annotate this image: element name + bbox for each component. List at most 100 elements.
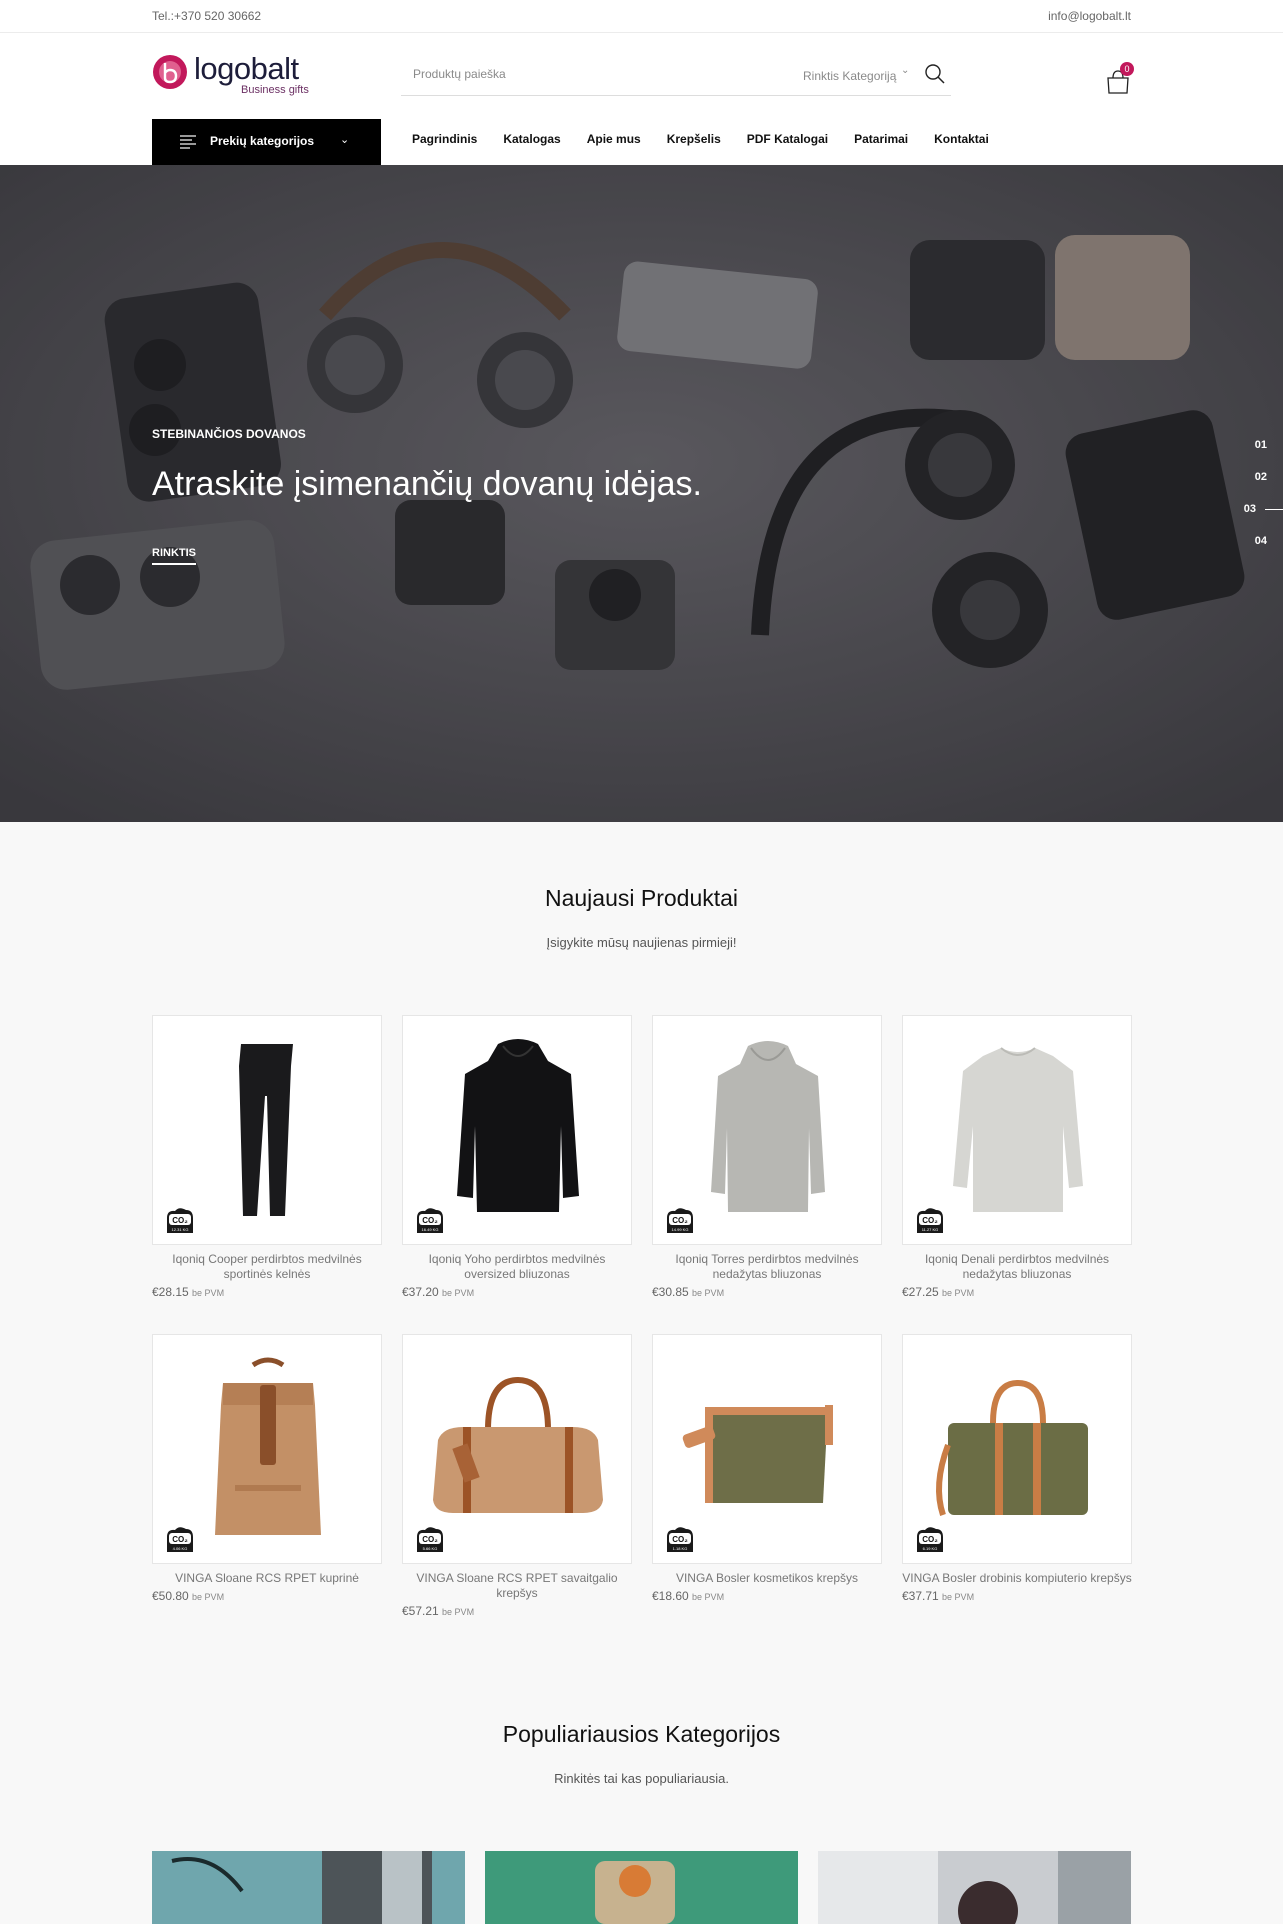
product-title[interactable]: VINGA Bosler kosmetikos krepšys xyxy=(652,1571,882,1586)
hero-eyebrow: STEBINANČIOS DOVANOS xyxy=(152,427,306,441)
hero-heading: Atraskite įsimenančių dovanų idėjas. xyxy=(152,465,702,503)
new-products-subtitle: Įsigykite mūsų naujienas pirmieji! xyxy=(546,935,737,950)
product-card[interactable]: CO₂ 16.49 KG Iqoniq Yoho perdirbtos medv… xyxy=(402,1015,632,1299)
search-icon[interactable] xyxy=(924,63,946,85)
brand-tagline: Business gifts xyxy=(241,84,309,96)
email-link[interactable]: info@logobalt.lt xyxy=(1048,9,1131,23)
price-value: €37.71 xyxy=(902,1589,939,1603)
product-card[interactable]: CO₂ 4.06 KG VINGA Sloane RCS RPET kuprin… xyxy=(152,1334,382,1618)
slide-dot-4[interactable]: 04 xyxy=(1238,531,1283,563)
search-input[interactable] xyxy=(413,67,743,81)
product-title[interactable]: Iqoniq Yoho perdirbtos medvilnės oversiz… xyxy=(402,1252,632,1282)
product-card[interactable]: CO₂ 12.31 KG Iqoniq Cooper perdirbtos me… xyxy=(152,1015,382,1299)
svg-text:1.18 KG: 1.18 KG xyxy=(673,1546,688,1551)
svg-text:CO₂: CO₂ xyxy=(172,1535,188,1544)
category-tile[interactable] xyxy=(152,1851,465,1924)
cart-count-badge: 0 xyxy=(1120,62,1134,76)
phone-number[interactable]: Tel.:+370 520 30662 xyxy=(152,9,261,23)
chevron-down-icon[interactable]: ⌄ xyxy=(901,65,909,76)
price-value: €37.20 xyxy=(402,1285,439,1299)
category-tile[interactable] xyxy=(485,1851,798,1924)
svg-text:11.27 KG: 11.27 KG xyxy=(922,1227,939,1232)
product-grid-row-1: CO₂ 12.31 KG Iqoniq Cooper perdirbtos me… xyxy=(152,1015,1132,1299)
vat-note: be PVM xyxy=(442,1288,475,1298)
nav-item-katalogas[interactable]: Katalogas xyxy=(503,132,560,152)
co2-badge-icon: CO₂ 16.49 KG xyxy=(417,1208,443,1233)
nav-item-patarimai[interactable]: Patarimai xyxy=(854,132,908,152)
top-bar: Tel.:+370 520 30662 info@logobalt.lt xyxy=(0,0,1283,33)
category-select[interactable]: Rinktis Kategoriją xyxy=(803,69,896,83)
vat-note: be PVM xyxy=(692,1592,725,1602)
brand-name: logobalt xyxy=(194,51,299,86)
product-title[interactable]: Iqoniq Torres perdirbtos medvilnės nedaž… xyxy=(652,1252,882,1282)
product-card[interactable]: CO₂ 11.27 KG Iqoniq Denali perdirbtos me… xyxy=(902,1015,1132,1299)
product-image[interactable]: CO₂ 1.18 KG xyxy=(652,1334,882,1564)
product-title[interactable]: VINGA Sloane RCS RPET kuprinė xyxy=(152,1571,382,1586)
svg-text:5.66 KG: 5.66 KG xyxy=(423,1546,438,1551)
product-price: €37.20 be PVM xyxy=(402,1285,632,1299)
nav-item-pagrindinis[interactable]: Pagrindinis xyxy=(412,132,477,152)
price-value: €18.60 xyxy=(652,1589,689,1603)
nav-item-krepselis[interactable]: Krepšelis xyxy=(667,132,721,152)
svg-text:4.06 KG: 4.06 KG xyxy=(173,1546,188,1551)
search-bar: Rinktis Kategoriją ⌄ xyxy=(401,58,951,96)
product-categories-label: Prekių kategorijos xyxy=(210,134,315,148)
svg-text:CO₂: CO₂ xyxy=(422,1535,438,1544)
co2-badge-icon: CO₂ 1.18 KG xyxy=(667,1527,693,1552)
vat-note: be PVM xyxy=(942,1288,975,1298)
vat-note: be PVM xyxy=(692,1288,725,1298)
nav-item-kontaktai[interactable]: Kontaktai xyxy=(934,132,989,152)
svg-text:CO₂: CO₂ xyxy=(922,1216,938,1225)
vat-note: be PVM xyxy=(442,1607,475,1617)
hero-cta-link[interactable]: RINKTIS xyxy=(152,547,196,565)
chevron-down-icon: ⌄ xyxy=(340,134,350,146)
product-card[interactable]: CO₂ 5.66 KG VINGA Sloane RCS RPET savait… xyxy=(402,1334,632,1618)
product-title[interactable]: VINGA Bosler drobinis kompiuterio krepšy… xyxy=(902,1571,1132,1586)
main-nav: Pagrindinis Katalogas Apie mus Krepšelis… xyxy=(412,132,989,152)
product-image[interactable]: CO₂ 5.66 KG xyxy=(402,1334,632,1564)
logo-icon xyxy=(153,55,187,89)
site-header: logobalt Business gifts Rinktis Kategori… xyxy=(0,33,1283,166)
hero-slider: STEBINANČIOS DOVANOS Atraskite įsimenanč… xyxy=(0,165,1283,822)
product-image[interactable]: CO₂ 14.99 KG xyxy=(652,1015,882,1245)
product-image[interactable]: CO₂ 4.06 KG xyxy=(152,1334,382,1564)
logo[interactable]: logobalt Business gifts xyxy=(152,51,312,97)
product-grid-row-2: CO₂ 4.06 KG VINGA Sloane RCS RPET kuprin… xyxy=(152,1334,1132,1618)
product-image[interactable]: CO₂ 16.49 KG xyxy=(402,1015,632,1245)
product-image[interactable]: CO₂ 12.31 KG xyxy=(152,1015,382,1245)
product-card[interactable]: CO₂ 14.99 KG Iqoniq Torres perdirbtos me… xyxy=(652,1015,882,1299)
cart-button[interactable]: 0 xyxy=(1106,62,1136,94)
svg-text:14.99 KG: 14.99 KG xyxy=(672,1227,689,1232)
svg-text:CO₂: CO₂ xyxy=(672,1535,688,1544)
product-price: €18.60 be PVM xyxy=(652,1589,882,1603)
category-image xyxy=(485,1851,798,1924)
category-image xyxy=(152,1851,465,1924)
vat-note: be PVM xyxy=(192,1592,225,1602)
price-value: €27.25 xyxy=(902,1285,939,1299)
nav-item-pdf-katalogai[interactable]: PDF Katalogai xyxy=(747,132,828,152)
nav-item-apie-mus[interactable]: Apie mus xyxy=(587,132,641,152)
product-title[interactable]: Iqoniq Cooper perdirbtos medvilnės sport… xyxy=(152,1252,382,1282)
slide-pagination: 01 02 03 04 xyxy=(1238,435,1283,563)
popular-categories-title: Populiariausios Kategorijos xyxy=(502,1721,781,1747)
popular-categories-subtitle: Rinkitės tai kas populiariausia. xyxy=(554,1771,729,1786)
product-title[interactable]: Iqoniq Denali perdirbtos medvilnės nedaž… xyxy=(902,1252,1132,1282)
slide-dot-3-active[interactable]: 03 xyxy=(1238,499,1283,531)
product-image[interactable]: CO₂ 6.19 KG xyxy=(902,1334,1132,1564)
product-categories-button[interactable]: Prekių kategorijos ⌄ xyxy=(152,119,381,166)
svg-text:16.49 KG: 16.49 KG xyxy=(422,1227,439,1232)
product-price: €30.85 be PVM xyxy=(652,1285,882,1299)
slide-dot-1[interactable]: 01 xyxy=(1238,435,1283,467)
product-card[interactable]: CO₂ 6.19 KG VINGA Bosler drobinis kompiu… xyxy=(902,1334,1132,1618)
vat-note: be PVM xyxy=(942,1592,975,1602)
category-image xyxy=(818,1851,1131,1924)
co2-badge-icon: CO₂ 5.66 KG xyxy=(417,1527,443,1552)
product-title[interactable]: VINGA Sloane RCS RPET savaitgalio krepšy… xyxy=(402,1571,632,1601)
product-image[interactable]: CO₂ 11.27 KG xyxy=(902,1015,1132,1245)
product-card[interactable]: CO₂ 1.18 KG VINGA Bosler kosmetikos krep… xyxy=(652,1334,882,1618)
category-tile[interactable] xyxy=(818,1851,1131,1924)
slide-dot-2[interactable]: 02 xyxy=(1238,467,1283,499)
product-price: €57.21 be PVM xyxy=(402,1604,632,1618)
co2-badge-icon: CO₂ 6.19 KG xyxy=(917,1527,943,1552)
co2-badge-icon: CO₂ 4.06 KG xyxy=(167,1527,193,1552)
